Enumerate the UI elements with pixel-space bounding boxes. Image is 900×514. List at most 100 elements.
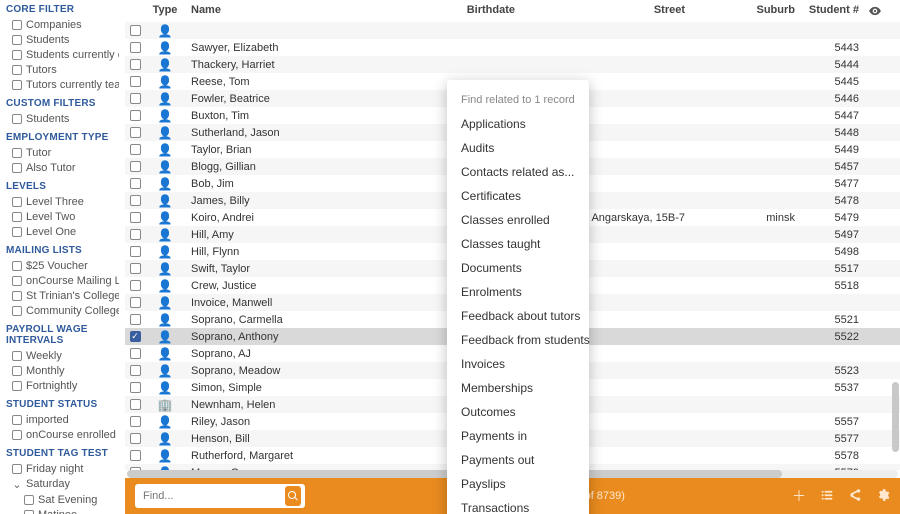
sidebar-item[interactable]: Tutors <box>6 62 119 77</box>
menu-item[interactable]: Classes taught <box>447 232 589 256</box>
checkbox-icon[interactable] <box>12 80 22 90</box>
sidebar-item[interactable]: Sat Evening <box>6 492 119 507</box>
search-input[interactable] <box>143 490 285 502</box>
sidebar-item[interactable]: Level One <box>6 224 119 239</box>
sidebar-item[interactable]: Level Three <box>6 194 119 209</box>
sidebar-item[interactable]: Fortnightly <box>6 378 119 393</box>
sidebar-item[interactable]: Friday night <box>6 461 119 476</box>
sidebar-item[interactable]: imported <box>6 412 119 427</box>
row-checkbox[interactable] <box>130 433 141 444</box>
menu-item[interactable]: Payslips <box>447 472 589 496</box>
checkbox-icon[interactable] <box>12 227 22 237</box>
row-checkbox[interactable] <box>130 144 141 155</box>
sidebar-item[interactable]: Students <box>6 32 119 47</box>
row-checkbox[interactable] <box>130 246 141 257</box>
row-checkbox[interactable] <box>130 399 141 410</box>
menu-item[interactable]: Transactions <box>447 496 589 514</box>
checkbox-icon[interactable] <box>12 306 22 316</box>
menu-item[interactable]: Classes enrolled <box>447 208 589 232</box>
table-row[interactable]: 👤Sawyer, Elizabeth5443 <box>125 39 900 56</box>
sidebar-item[interactable]: Also Tutor <box>6 160 119 175</box>
add-icon[interactable]: ＋ <box>792 486 806 506</box>
sidebar-item[interactable]: Tutors currently teac... <box>6 77 119 92</box>
menu-item[interactable]: Payments out <box>447 448 589 472</box>
checkbox-icon[interactable] <box>12 464 22 474</box>
menu-item[interactable]: Enrolments <box>447 280 589 304</box>
col-street-header[interactable]: Street <box>525 4 695 21</box>
row-checkbox[interactable] <box>130 127 141 138</box>
checkbox-icon[interactable] <box>12 291 22 301</box>
checkbox-icon[interactable] <box>12 430 22 440</box>
search-button[interactable] <box>285 486 301 506</box>
checkbox-icon[interactable] <box>12 148 22 158</box>
checkbox-icon[interactable] <box>12 415 22 425</box>
share-icon[interactable] <box>848 488 862 505</box>
sidebar-item[interactable]: St Trinian's College ... <box>6 288 119 303</box>
row-checkbox[interactable] <box>130 93 141 104</box>
checkbox-icon[interactable] <box>12 50 22 60</box>
row-checkbox[interactable] <box>130 195 141 206</box>
row-checkbox[interactable] <box>130 280 141 291</box>
vertical-scrollbar[interactable] <box>891 22 900 470</box>
table-row[interactable]: 👤Thackery, Harriet5444 <box>125 56 900 73</box>
row-checkbox[interactable] <box>130 229 141 240</box>
row-checkbox[interactable] <box>130 59 141 70</box>
col-student-header[interactable]: Student # <box>805 4 865 21</box>
col-birth-header[interactable]: Birthdate <box>360 4 525 21</box>
menu-item[interactable]: Documents <box>447 256 589 280</box>
sidebar-item[interactable]: onCourse Mailing List <box>6 273 119 288</box>
sidebar-item[interactable]: Companies <box>6 17 119 32</box>
checkbox-icon[interactable] <box>12 212 22 222</box>
col-name-header[interactable]: Name <box>185 4 360 21</box>
col-suburb-header[interactable]: Suburb <box>695 4 805 21</box>
row-checkbox[interactable] <box>130 76 141 87</box>
menu-item[interactable]: Feedback from students <box>447 328 589 352</box>
row-checkbox[interactable] <box>130 110 141 121</box>
checkbox-icon[interactable] <box>12 197 22 207</box>
row-checkbox[interactable] <box>130 314 141 325</box>
menu-item[interactable]: Payments in <box>447 424 589 448</box>
menu-item[interactable]: Certificates <box>447 184 589 208</box>
row-checkbox[interactable]: ✓ <box>130 331 141 342</box>
checkbox-icon[interactable] <box>12 366 22 376</box>
menu-item[interactable]: Contacts related as... <box>447 160 589 184</box>
row-checkbox[interactable] <box>130 212 141 223</box>
sidebar-item[interactable]: Students <box>6 111 119 126</box>
checkbox-icon[interactable] <box>24 510 34 514</box>
checkbox-icon[interactable] <box>12 65 22 75</box>
row-checkbox[interactable] <box>130 25 141 36</box>
sidebar-item[interactable]: onCourse enrolled <box>6 427 119 442</box>
menu-item[interactable]: Audits <box>447 136 589 160</box>
checkbox-icon[interactable] <box>12 351 22 361</box>
menu-item[interactable]: Memberships <box>447 376 589 400</box>
row-checkbox[interactable] <box>130 365 141 376</box>
sidebar-item[interactable]: ⌄Saturday <box>6 476 119 492</box>
checkbox-icon[interactable] <box>12 381 22 391</box>
checkbox-icon[interactable] <box>12 276 22 286</box>
checkbox-icon[interactable] <box>24 495 34 505</box>
row-checkbox[interactable] <box>130 297 141 308</box>
menu-item[interactable]: Applications <box>447 112 589 136</box>
row-checkbox[interactable] <box>130 42 141 53</box>
sidebar-item[interactable]: Level Two <box>6 209 119 224</box>
search-box[interactable] <box>135 484 305 508</box>
sidebar-item[interactable]: $25 Voucher <box>6 258 119 273</box>
row-checkbox[interactable] <box>130 450 141 461</box>
checkbox-icon[interactable] <box>12 35 22 45</box>
col-type-header[interactable]: Type <box>145 4 185 21</box>
sidebar-item[interactable]: Community College ... <box>6 303 119 318</box>
row-checkbox[interactable] <box>130 161 141 172</box>
row-checkbox[interactable] <box>130 348 141 359</box>
row-checkbox[interactable] <box>130 382 141 393</box>
checkbox-icon[interactable] <box>12 163 22 173</box>
checkbox-icon[interactable] <box>12 114 22 124</box>
row-checkbox[interactable] <box>130 263 141 274</box>
gear-icon[interactable] <box>876 488 890 505</box>
sidebar-item[interactable]: Weekly <box>6 348 119 363</box>
menu-item[interactable]: Feedback about tutors <box>447 304 589 328</box>
column-visibility-icon[interactable] <box>865 4 885 21</box>
sidebar-item[interactable]: Matinee <box>6 507 119 514</box>
sidebar-item[interactable]: Tutor <box>6 145 119 160</box>
row-checkbox[interactable] <box>130 416 141 427</box>
sidebar-item[interactable]: Students currently e... <box>6 47 119 62</box>
